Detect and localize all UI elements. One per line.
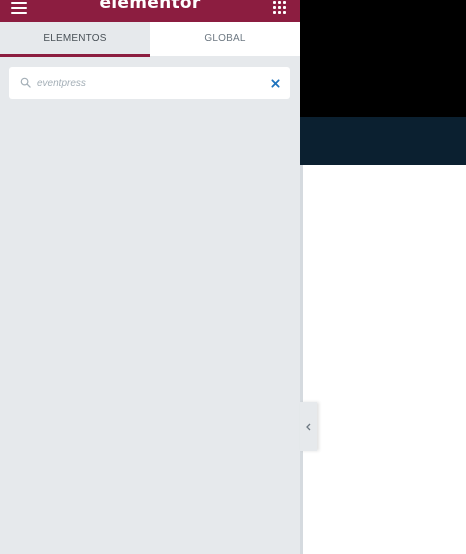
tab-global[interactable]: GLOBAL: [150, 22, 300, 57]
search-icon: [20, 77, 31, 88]
widget-search-box: [9, 67, 290, 99]
preview-band-section: [300, 117, 466, 165]
panel-tabs: ELEMENTOS GLOBAL: [0, 22, 300, 57]
preview-hero-section: [300, 0, 466, 117]
elementor-logo: elementor: [99, 0, 201, 13]
preview-content-area: [303, 165, 466, 554]
tab-elementos[interactable]: ELEMENTOS: [0, 22, 150, 57]
panel-header: elementor: [0, 0, 300, 22]
search-input[interactable]: [37, 74, 247, 92]
chevron-left-icon: [306, 423, 311, 431]
panel-collapse-toggle[interactable]: [300, 402, 317, 451]
elementor-editor: elementor ELEMENTOS GLOBAL: [0, 0, 466, 554]
close-icon[interactable]: [271, 79, 280, 88]
elementor-panel: elementor ELEMENTOS GLOBAL: [0, 0, 300, 554]
apps-grid-icon[interactable]: [273, 1, 287, 14]
